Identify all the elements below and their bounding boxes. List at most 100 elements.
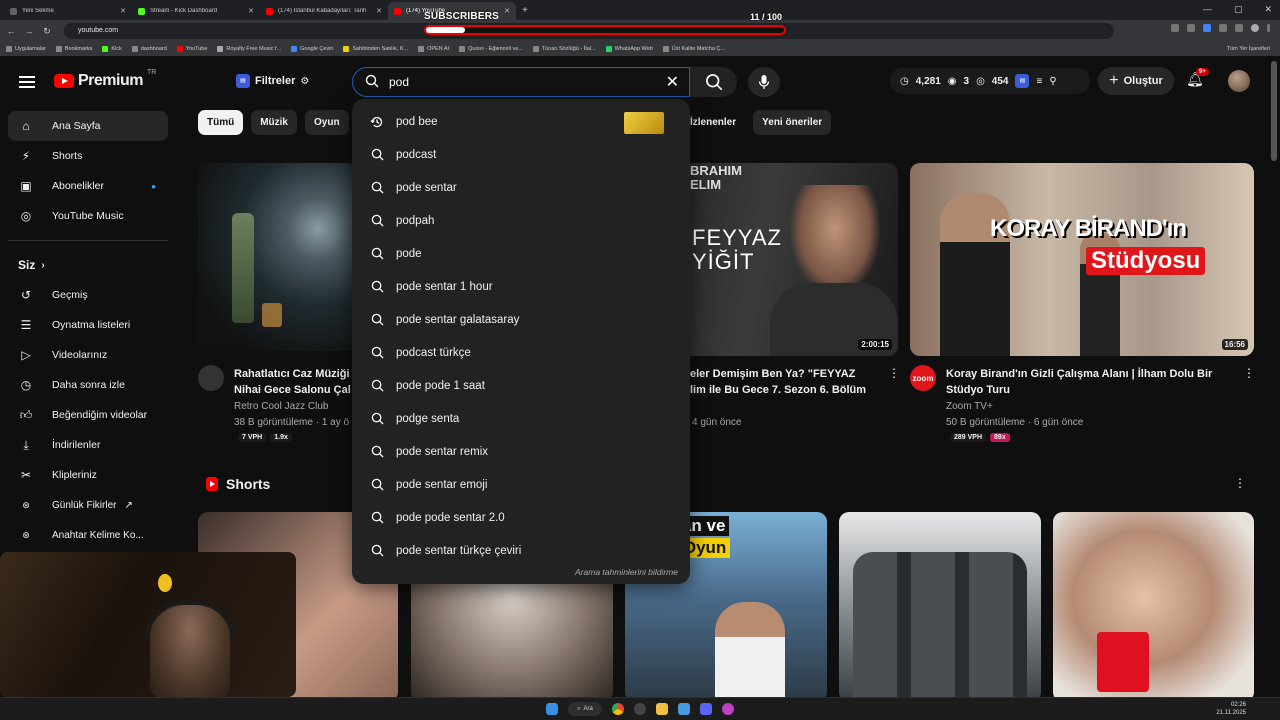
video-thumbnail[interactable]: [198, 163, 358, 351]
search-suggestion[interactable]: pode pode 1 saat: [352, 369, 690, 402]
youtube-premium-logo[interactable]: Premium TR: [54, 69, 156, 90]
sidebar-item-youtube-music[interactable]: ◎ YouTube Music: [8, 201, 168, 231]
search-suggestion[interactable]: pod bee: [352, 105, 690, 138]
channel-avatar[interactable]: zoom: [910, 365, 936, 391]
taskbar-search[interactable]: ⌕ Ara: [568, 702, 602, 716]
more-options-icon[interactable]: ⋮: [1243, 366, 1255, 380]
short-thumbnail[interactable]: [1053, 512, 1254, 702]
profile-icon[interactable]: [1251, 24, 1259, 32]
sidebar-item-your-videos[interactable]: ▷ Videolarınız: [8, 340, 168, 370]
bookmark-item[interactable]: Quizei - Eğlenceli ve...: [459, 46, 523, 52]
sidebar-section-you[interactable]: Siz ›: [8, 250, 168, 280]
sidebar-item-clips[interactable]: ✂ Klipleriniz: [8, 460, 168, 490]
forward-icon[interactable]: →: [22, 26, 36, 36]
chrome-icon[interactable]: [612, 703, 624, 715]
more-options-icon[interactable]: ⋮: [1234, 476, 1246, 490]
video-thumbnail[interactable]: BRAHIM ELIM FEYYAZ YİĞİT 2:00:15: [690, 163, 898, 356]
bookmark-item[interactable]: Kick: [102, 46, 122, 52]
search-suggestion[interactable]: podpah: [352, 204, 690, 237]
folder-icon[interactable]: [656, 703, 668, 715]
search-suggestion[interactable]: pode: [352, 237, 690, 270]
sidebar-item-subscriptions[interactable]: ▣ Abonelikler ●: [8, 171, 168, 201]
app-icon[interactable]: [678, 703, 690, 715]
close-icon[interactable]: ✕: [376, 7, 382, 15]
close-icon[interactable]: ✕: [248, 7, 254, 15]
extension-icon[interactable]: [1235, 24, 1243, 32]
bookmark-item[interactable]: WhatsApp Web: [605, 46, 653, 52]
search-input[interactable]: pod: [389, 75, 666, 89]
chip-all[interactable]: Tümü: [198, 110, 244, 135]
search-suggestion[interactable]: podcast türkçe: [352, 336, 690, 369]
search-suggestion[interactable]: pode sentar türkçe çeviri: [352, 534, 690, 567]
search-suggestion[interactable]: pode sentar 1 hour: [352, 270, 690, 303]
bookmark-item[interactable]: Google Çeviri: [291, 46, 333, 52]
system-clock[interactable]: 02:26 21.11.2025: [1216, 701, 1246, 717]
extension-icon[interactable]: [1187, 24, 1195, 32]
search-suggestion[interactable]: podge senta: [352, 402, 690, 435]
video-title[interactable]: eler Demişim Ben Ya? "FEYYAZ lim ile Bu …: [690, 366, 880, 398]
sidebar-item-shorts[interactable]: ⚡︎ Shorts: [8, 141, 168, 171]
browser-tab[interactable]: (174) İstanbul Kabadayıları: Tarih ✕: [260, 2, 388, 20]
bookmark-item[interactable]: Royalty Free Music f...: [217, 46, 281, 52]
channel-name[interactable]: Retro Cool Jazz Club: [234, 399, 328, 415]
channel-name[interactable]: Zoom TV+: [946, 399, 993, 415]
report-predictions-link[interactable]: Arama tahminlerini bildirme: [575, 567, 678, 577]
sidebar-item-keyword-tool[interactable]: ⊛ Anahtar Kelime Ko...: [8, 520, 168, 550]
extension-icon[interactable]: [1203, 24, 1211, 32]
menu-icon[interactable]: [1267, 24, 1270, 32]
bookmark-item[interactable]: YouTube: [176, 46, 207, 52]
search-suggestion[interactable]: pode sentar: [352, 171, 690, 204]
chip-music[interactable]: Müzik: [251, 110, 297, 135]
video-title[interactable]: Koray Birand'ın Gizli Çalışma Alanı | İl…: [946, 366, 1236, 398]
video-title[interactable]: Rahatlatıcı Caz Müziği Nihai Gece Salonu…: [234, 366, 354, 398]
reload-icon[interactable]: ↻: [40, 26, 54, 37]
more-options-icon[interactable]: ⋮: [888, 366, 900, 380]
voice-search-button[interactable]: [748, 67, 780, 97]
discord-icon[interactable]: [700, 703, 712, 715]
minimize-icon[interactable]: —: [1203, 4, 1212, 15]
search-box[interactable]: pod ✕: [352, 67, 690, 97]
obs-icon[interactable]: [634, 703, 646, 715]
bookmark-item[interactable]: dashboard: [131, 46, 167, 52]
create-button[interactable]: + Oluştur: [1098, 67, 1174, 95]
avatar[interactable]: [1228, 70, 1250, 92]
sidebar-item-watch-later[interactable]: ◷ Daha sonra izle: [8, 370, 168, 400]
sidebar-item-history[interactable]: ↺ Geçmiş: [8, 280, 168, 310]
bookmark-item[interactable]: Üst Kalite Matcha Ç...: [662, 46, 725, 52]
extension-icon[interactable]: [1219, 24, 1227, 32]
sidebar-item-daily-ideas[interactable]: ⊛ Günlük Fikirler ↗: [8, 490, 168, 520]
chip-watched[interactable]: İzlenenler: [684, 110, 745, 135]
search-suggestion[interactable]: podcast: [352, 138, 690, 171]
channel-avatar[interactable]: [198, 365, 224, 391]
clear-search-icon[interactable]: ✕: [666, 72, 679, 92]
chip-new-recommendations[interactable]: Yeni öneriler: [753, 110, 832, 135]
search-suggestion[interactable]: pode sentar remix: [352, 435, 690, 468]
notifications-button[interactable]: 🔔︎ 9+: [1186, 68, 1209, 88]
bookmark-item[interactable]: Sahibinden Satılık, K...: [343, 46, 408, 52]
windows-start-icon[interactable]: [546, 703, 558, 715]
sidebar-item-liked-videos[interactable]: 👍︎ Beğendiğim videolar: [8, 400, 168, 430]
bookmark-item[interactable]: Uygulamalar: [6, 46, 46, 52]
sidebar-item-playlists[interactable]: ☰ Oynatma listeleri: [8, 310, 168, 340]
bookmark-item[interactable]: Tüoan Sözlüğü - İtal...: [532, 46, 596, 52]
search-button[interactable]: [690, 67, 737, 97]
page-scrollbar[interactable]: [1271, 61, 1277, 161]
all-bookmarks-link[interactable]: Tüm Yer İşaretleri: [1227, 46, 1270, 52]
close-icon[interactable]: ✕: [120, 7, 126, 15]
close-window-icon[interactable]: ✕: [1264, 4, 1272, 15]
search-suggestion[interactable]: pode pode sentar 2.0: [352, 501, 690, 534]
extension-stats-bar[interactable]: ◷ 4,281 ◉ 3 ◎ 454 ▤ ≡ ⚲: [890, 68, 1090, 94]
back-icon[interactable]: ←: [4, 26, 18, 36]
filters-button[interactable]: ▤ Filtreler ⚙: [236, 71, 309, 91]
bookmark-item[interactable]: Bookmarks: [55, 46, 92, 52]
browser-tab[interactable]: Stream - Kick Dashboard ✕: [132, 2, 260, 20]
video-thumbnail[interactable]: KORAY BİRAND'ın Stüdyosu 16:56: [910, 163, 1254, 356]
search-suggestion[interactable]: pode sentar emoji: [352, 468, 690, 501]
extension-icon[interactable]: [1171, 24, 1179, 32]
search-suggestion[interactable]: pode sentar galatasaray: [352, 303, 690, 336]
maximize-icon[interactable]: ▢: [1234, 4, 1243, 15]
bookmark-item[interactable]: OPEN AI: [418, 46, 449, 52]
app-icon[interactable]: [722, 703, 734, 715]
chip-gaming[interactable]: Oyun: [305, 110, 349, 135]
browser-tab[interactable]: Yeni Sekme ✕: [4, 2, 132, 20]
